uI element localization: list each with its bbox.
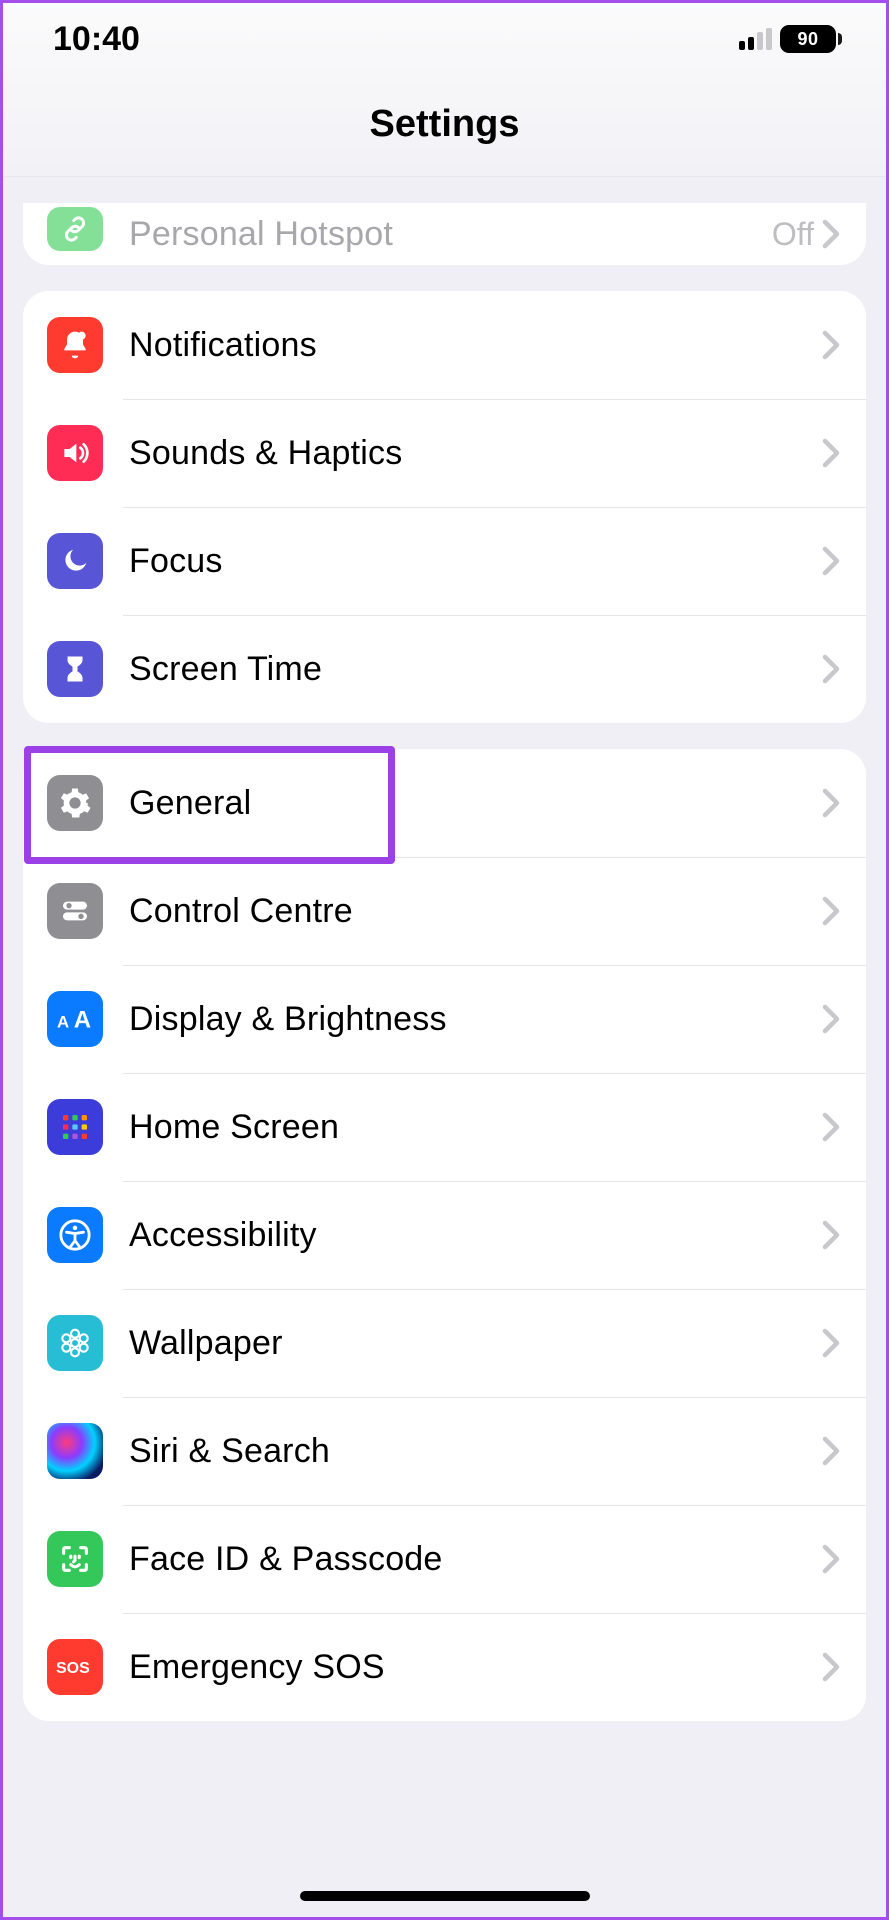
row-label: Emergency SOS bbox=[129, 1648, 822, 1687]
chevron-right-icon bbox=[822, 1436, 840, 1466]
battery-indicator: 90 bbox=[780, 25, 842, 53]
apps-grid-icon bbox=[47, 1099, 103, 1155]
row-label: Display & Brightness bbox=[129, 1000, 822, 1039]
chevron-right-icon bbox=[822, 1544, 840, 1574]
settings-row-accessibility[interactable]: Accessibility bbox=[23, 1181, 866, 1289]
chevron-right-icon bbox=[822, 546, 840, 576]
hourglass-icon bbox=[47, 641, 103, 697]
settings-row-siri-search[interactable]: Siri & Search bbox=[23, 1397, 866, 1505]
link-icon bbox=[47, 207, 103, 251]
chevron-right-icon bbox=[822, 438, 840, 468]
settings-row-display-brightness[interactable]: AA Display & Brightness bbox=[23, 965, 866, 1073]
chevron-right-icon bbox=[822, 1328, 840, 1358]
chevron-right-icon bbox=[822, 896, 840, 926]
battery-percentage: 90 bbox=[797, 29, 818, 50]
cellular-signal-icon bbox=[739, 28, 772, 50]
svg-text:SOS: SOS bbox=[56, 1660, 90, 1677]
gear-icon bbox=[47, 775, 103, 831]
settings-row-face-id-passcode[interactable]: Face ID & Passcode bbox=[23, 1505, 866, 1613]
row-label: Accessibility bbox=[129, 1216, 822, 1255]
row-label: Face ID & Passcode bbox=[129, 1540, 822, 1579]
settings-row-home-screen[interactable]: Home Screen bbox=[23, 1073, 866, 1181]
status-bar: 10:40 90 bbox=[3, 3, 886, 75]
accessibility-icon bbox=[47, 1207, 103, 1263]
flower-icon bbox=[47, 1315, 103, 1371]
home-indicator[interactable] bbox=[300, 1891, 590, 1901]
settings-row-focus[interactable]: Focus bbox=[23, 507, 866, 615]
bell-icon bbox=[47, 317, 103, 373]
chevron-right-icon bbox=[822, 1112, 840, 1142]
settings-row-control-centre[interactable]: Control Centre bbox=[23, 857, 866, 965]
chevron-right-icon bbox=[822, 1220, 840, 1250]
row-label: Home Screen bbox=[129, 1108, 822, 1147]
row-label: Focus bbox=[129, 542, 822, 581]
chevron-right-icon bbox=[822, 1004, 840, 1034]
svg-text:A: A bbox=[74, 1007, 91, 1031]
row-label: Personal Hotspot bbox=[129, 215, 772, 254]
row-value: Off bbox=[772, 216, 822, 253]
row-label: Screen Time bbox=[129, 650, 822, 689]
svg-text:A: A bbox=[57, 1012, 69, 1031]
settings-row-wallpaper[interactable]: Wallpaper bbox=[23, 1289, 866, 1397]
settings-group: Notifications Sounds & Haptics Focus Screen… bbox=[23, 291, 866, 723]
chevron-right-icon bbox=[822, 1652, 840, 1682]
face-id-icon bbox=[47, 1531, 103, 1587]
page-title: Settings bbox=[3, 75, 886, 177]
row-label: Wallpaper bbox=[129, 1324, 822, 1363]
moon-icon bbox=[47, 533, 103, 589]
settings-row-personal-hotspot[interactable]: Personal HotspotOff bbox=[23, 203, 866, 265]
row-label: Sounds & Haptics bbox=[129, 434, 822, 473]
row-label: Notifications bbox=[129, 326, 822, 365]
settings-group: General Control Centre AA Display & Brightn… bbox=[23, 749, 866, 1721]
chevron-right-icon bbox=[822, 219, 840, 249]
settings-row-emergency-sos[interactable]: SOS Emergency SOS bbox=[23, 1613, 866, 1721]
settings-group: Personal HotspotOff bbox=[23, 203, 866, 265]
speaker-icon bbox=[47, 425, 103, 481]
row-label: Siri & Search bbox=[129, 1432, 822, 1471]
row-label: Control Centre bbox=[129, 892, 822, 931]
switches-icon bbox=[47, 883, 103, 939]
settings-row-screen-time[interactable]: Screen Time bbox=[23, 615, 866, 723]
chevron-right-icon bbox=[822, 330, 840, 360]
sos-icon: SOS bbox=[47, 1639, 103, 1695]
siri-icon bbox=[47, 1423, 103, 1479]
aa-icon: AA bbox=[47, 991, 103, 1047]
settings-row-notifications[interactable]: Notifications bbox=[23, 291, 866, 399]
settings-row-general[interactable]: General bbox=[23, 749, 866, 857]
chevron-right-icon bbox=[822, 654, 840, 684]
status-time: 10:40 bbox=[53, 20, 140, 59]
row-label: General bbox=[129, 784, 822, 823]
chevron-right-icon bbox=[822, 788, 840, 818]
settings-row-sounds-haptics[interactable]: Sounds & Haptics bbox=[23, 399, 866, 507]
